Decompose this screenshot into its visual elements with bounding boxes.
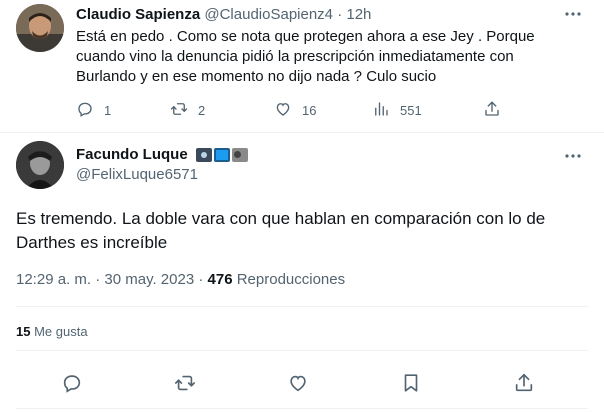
- separator: ·: [95, 271, 101, 288]
- divider: [16, 408, 588, 409]
- retweet-button[interactable]: [174, 372, 196, 399]
- share-button[interactable]: [513, 372, 535, 399]
- heart-icon: [274, 100, 292, 121]
- divider: [16, 306, 588, 307]
- view-count: 551: [400, 102, 422, 118]
- more-options-icon[interactable]: [563, 146, 583, 166]
- avatar-photo: [16, 141, 64, 189]
- reply-author: Claudio Sapienza @ClaudioSapienz4 · 12h: [76, 6, 371, 23]
- more-options-icon[interactable]: [563, 4, 583, 24]
- tweet-time[interactable]: 12:29 a. m.: [16, 271, 91, 288]
- share-button[interactable]: [483, 100, 501, 121]
- avatar[interactable]: [16, 141, 64, 189]
- bookmark-icon: [400, 372, 422, 399]
- tweet-date[interactable]: 30 may. 2023: [104, 271, 194, 288]
- timestamp[interactable]: 12h: [346, 6, 371, 23]
- avatar-photo: [16, 4, 64, 52]
- avatar[interactable]: [16, 4, 64, 52]
- author-name[interactable]: Claudio Sapienza: [76, 6, 200, 23]
- heart-icon: [287, 372, 309, 399]
- author-name[interactable]: Facundo Luque: [76, 146, 188, 163]
- views-count: 476: [207, 271, 233, 288]
- like-count: 16: [302, 102, 317, 118]
- tweet-text: Está en pedo . Como se nota que protegen…: [76, 28, 535, 85]
- comment-icon: [76, 100, 94, 121]
- share-icon: [513, 372, 535, 399]
- reply-count: 1: [104, 102, 112, 118]
- author-handle[interactable]: @ClaudioSapienz4: [204, 6, 333, 23]
- divider: [16, 350, 588, 351]
- retweet-button[interactable]: 2: [170, 100, 205, 121]
- reply-button[interactable]: 1: [76, 100, 111, 121]
- reply-button[interactable]: [61, 372, 83, 399]
- retweet-icon: [174, 372, 196, 399]
- likes-summary[interactable]: 15 Me gusta: [16, 324, 88, 339]
- bar-chart-icon: [372, 100, 390, 121]
- likes-count: 15: [16, 324, 31, 339]
- reply-tweet[interactable]: Claudio Sapienza @ClaudioSapienz4 · 12h …: [0, 0, 604, 133]
- likes-label: Me gusta: [34, 324, 88, 339]
- radio-emoji-icon: [231, 147, 248, 162]
- main-author-name[interactable]: Facundo Luque: [76, 146, 248, 163]
- tweet-text: Es tremendo. La doble vara con que habla…: [16, 209, 546, 252]
- retweet-count: 2: [198, 102, 206, 118]
- camera-emoji-icon: [195, 147, 212, 162]
- share-icon: [483, 100, 501, 121]
- author-handle[interactable]: @FelixLuque6571: [76, 166, 198, 183]
- separator: ·: [337, 6, 343, 23]
- tv-emoji-icon: [213, 147, 230, 162]
- views-button[interactable]: 551: [372, 100, 422, 121]
- separator: ·: [198, 271, 204, 288]
- like-button[interactable]: [287, 372, 309, 399]
- bookmark-button[interactable]: [400, 372, 422, 399]
- comment-icon: [61, 372, 83, 399]
- views-label: Reproducciones: [236, 271, 346, 288]
- tweet-meta: 12:29 a. m. · 30 may. 2023 · 476 Reprodu…: [16, 271, 345, 288]
- retweet-icon: [170, 100, 188, 121]
- like-button[interactable]: 16: [274, 100, 316, 121]
